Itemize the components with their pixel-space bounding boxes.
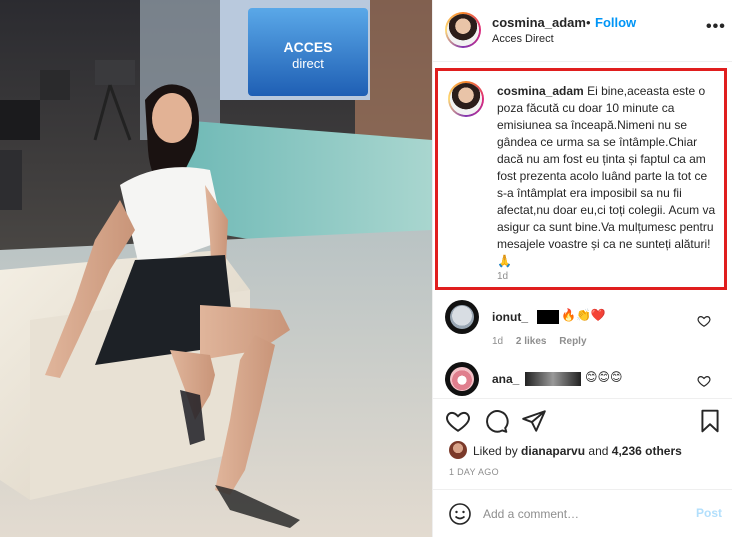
avatar-icon[interactable]: [445, 300, 479, 334]
liker-username[interactable]: dianaparvu: [521, 444, 585, 458]
reply-button[interactable]: Reply: [559, 336, 586, 347]
post-side-panel: cosmina_adam • Follow Acces Direct ••• c…: [432, 0, 732, 537]
post-actions-bar: [433, 398, 732, 442]
likes-text: Liked by dianaparvu and 4,236 others: [473, 444, 682, 458]
post-header: cosmina_adam • Follow Acces Direct •••: [433, 0, 732, 62]
post-comment-button[interactable]: Post: [696, 506, 722, 520]
comment-item: ionut_ 🔥👏❤️ 1d 2 likes Reply: [433, 300, 732, 360]
author-avatar[interactable]: [445, 12, 481, 48]
comment-time: 1d: [492, 336, 504, 347]
caption-author-avatar[interactable]: [448, 81, 484, 117]
comment-meta: 1d 2 likes Reply: [492, 336, 597, 347]
comment-likes[interactable]: 2 likes: [516, 336, 547, 347]
caption-timestamp: 1d: [497, 271, 509, 282]
more-options-icon[interactable]: •••: [706, 18, 726, 36]
studio-photo-illustration: ACCES direct: [0, 0, 432, 537]
censor-bar: [525, 372, 581, 386]
caption-username[interactable]: cosmina_adam: [497, 84, 584, 98]
likes-count[interactable]: 4,236 others: [612, 444, 682, 458]
studio-sign-line2: direct: [292, 56, 324, 71]
studio-sign-line1: ACCES: [283, 39, 332, 55]
instagram-post: ACCES direct cosmina_adam • Follow Acces…: [0, 0, 732, 537]
post-location[interactable]: Acces Direct: [492, 33, 554, 45]
avatar-icon[interactable]: [445, 362, 479, 396]
comment-icon[interactable]: [483, 408, 509, 434]
heart-icon[interactable]: [445, 408, 471, 434]
censor-bar: [537, 310, 559, 324]
comment-username[interactable]: ionut_: [492, 310, 528, 324]
comment-like-heart-icon[interactable]: [697, 314, 711, 328]
caption-body: Ei bine,aceasta este o poza făcută cu do…: [497, 84, 716, 268]
follow-button[interactable]: Follow: [595, 15, 636, 30]
comment-username[interactable]: ana_: [492, 372, 519, 386]
bookmark-icon[interactable]: [697, 408, 723, 434]
comment-emojis: 🔥👏❤️: [561, 308, 606, 322]
comment-emojis: 😊😊😊: [585, 370, 623, 384]
caption-highlight-box: cosmina_adam Ei bine,aceasta este o poza…: [435, 68, 727, 290]
post-date[interactable]: 1 DAY AGO: [449, 467, 499, 477]
author-username[interactable]: cosmina_adam: [492, 15, 586, 30]
emoji-icon[interactable]: [448, 502, 472, 526]
likes-prefix: Liked by: [473, 444, 522, 458]
header-separator: •: [586, 15, 591, 30]
add-comment-bar: Post: [433, 489, 732, 537]
comment-input[interactable]: [483, 504, 683, 524]
share-icon[interactable]: [521, 408, 547, 434]
likes-summary: Liked by dianaparvu and 4,236 others: [449, 441, 729, 461]
comment-like-heart-icon[interactable]: [697, 374, 711, 388]
caption-text-block: cosmina_adam Ei bine,aceasta este o poza…: [497, 83, 719, 270]
post-photo[interactable]: ACCES direct: [0, 0, 432, 537]
liker-avatar[interactable]: [449, 441, 467, 459]
likes-middle: and: [585, 444, 612, 458]
